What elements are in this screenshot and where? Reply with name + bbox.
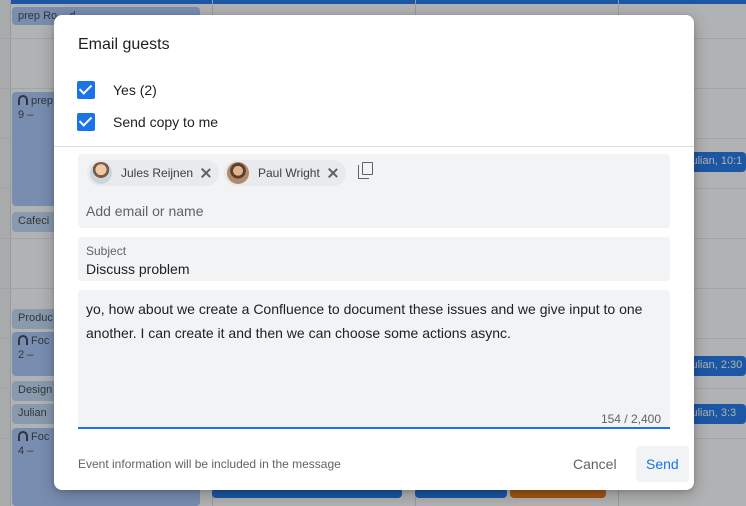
copy-icon[interactable] bbox=[358, 162, 374, 180]
remove-guest-icon[interactable] bbox=[326, 166, 340, 180]
message-textarea[interactable]: yo, how about we create a Confluence to … bbox=[86, 297, 662, 407]
avatar bbox=[227, 162, 249, 184]
send-copy-checkbox[interactable] bbox=[77, 113, 95, 131]
character-counter: 154 / 2,400 bbox=[600, 412, 661, 426]
email-guests-dialog: Email guests Yes (2) Send copy to me Jul… bbox=[54, 15, 694, 490]
cancel-button[interactable]: Cancel bbox=[565, 446, 625, 482]
option-label: Send copy to me bbox=[113, 114, 219, 130]
subject-label: Subject bbox=[86, 244, 127, 258]
guest-name: Paul Wright bbox=[258, 166, 320, 180]
subject-input[interactable] bbox=[86, 260, 656, 278]
message-field[interactable]: yo, how about we create a Confluence to … bbox=[78, 290, 670, 429]
guests-field[interactable]: Jules Reijnen Paul Wright bbox=[78, 154, 670, 228]
avatar bbox=[90, 162, 112, 184]
dialog-title: Email guests bbox=[78, 36, 170, 53]
option-send-copy[interactable]: Send copy to me bbox=[77, 113, 218, 131]
option-yes-guests[interactable]: Yes (2) bbox=[77, 81, 157, 99]
guest-chip[interactable]: Jules Reijnen bbox=[87, 160, 220, 186]
guest-chip[interactable]: Paul Wright bbox=[224, 160, 346, 186]
subject-field[interactable]: Subject bbox=[78, 237, 670, 281]
remove-guest-icon[interactable] bbox=[199, 166, 213, 180]
add-guest-input[interactable] bbox=[86, 200, 646, 222]
footer-note: Event information will be included in th… bbox=[78, 457, 341, 471]
option-label: Yes (2) bbox=[113, 82, 157, 98]
send-button[interactable]: Send bbox=[636, 446, 689, 482]
guest-name: Jules Reijnen bbox=[121, 166, 194, 180]
yes-guests-checkbox[interactable] bbox=[77, 81, 95, 99]
dialog-divider bbox=[54, 146, 694, 147]
